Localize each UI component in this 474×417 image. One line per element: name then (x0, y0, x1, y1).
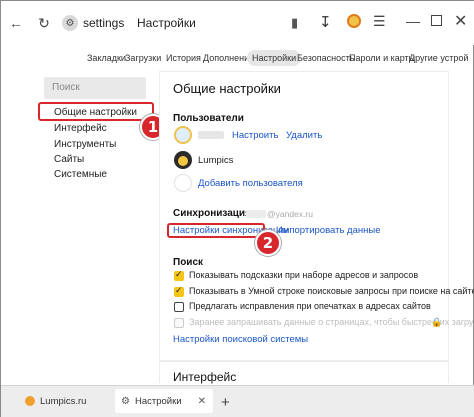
suggestions-checkbox[interactable] (174, 269, 184, 281)
blurred-account (246, 210, 266, 218)
browser-tab-bar: Lumpics.ru ⚙ Настройки ✕ + (1, 385, 474, 417)
close-tab-icon[interactable]: ✕ (198, 396, 206, 407)
user-avatar (174, 126, 192, 144)
add-user-link[interactable]: Добавить пользователя (198, 178, 303, 189)
search-engine-settings-link[interactable]: Настройки поисковой системы (173, 334, 308, 345)
bookmark-icon[interactable]: ▮ (291, 15, 298, 31)
menu-icon[interactable]: ☰ (373, 13, 386, 30)
lock-icon: 🔒 (431, 317, 443, 327)
browser-toolbar: ← ↻ ⚙ settings Настройки ▮ ↧ ☰ — ✕ (1, 1, 474, 45)
user-row: Настроить Удалить (174, 126, 434, 146)
address-title[interactable]: Настройки (137, 16, 196, 30)
sidebar-item-sites[interactable]: Сайты (54, 154, 84, 165)
configure-user-link[interactable]: Настроить (232, 130, 278, 141)
blurred-username (198, 131, 224, 139)
sidebar-item-tools[interactable]: Инструменты (54, 139, 116, 150)
smartbox-queries-checkbox[interactable] (174, 285, 184, 297)
interface-section-title: Интерфейс (173, 370, 237, 384)
tab-lumpics[interactable]: Lumpics.ru (19, 389, 109, 413)
user-name: Lumpics (198, 155, 234, 166)
browser-window: ← ↻ ⚙ settings Настройки ▮ ↧ ☰ — ✕ Закла… (0, 0, 474, 417)
reload-icon[interactable]: ↻ (35, 14, 53, 32)
tab-settings-page[interactable]: ⚙ Настройки ✕ (115, 389, 213, 413)
sync-section-title: Синхронизация (173, 208, 251, 219)
lumpics-favicon-icon (25, 396, 35, 406)
typo-fix-checkbox[interactable] (174, 302, 184, 312)
sidebar-item-system[interactable]: Системные (54, 169, 107, 180)
callout-highlight-1 (38, 102, 154, 121)
page-title: Общие настройки (173, 81, 281, 96)
minimize-icon[interactable]: — (406, 13, 420, 29)
tab-label: Lumpics.ru (40, 395, 87, 407)
prefetch-checkbox (174, 318, 184, 328)
users-section-title: Пользователи (173, 113, 244, 124)
sidebar-item-interface[interactable]: Интерфейс (54, 123, 107, 134)
tab-downloads[interactable]: Загрузки (120, 50, 166, 66)
extension-icon[interactable] (347, 14, 361, 28)
callout-badge-2: 2 (255, 230, 281, 256)
address-host[interactable]: settings (83, 16, 124, 30)
settings-nav-tabs: Закладки Загрузки История Дополнения Нас… (1, 45, 474, 71)
callout-highlight-2 (167, 223, 265, 238)
close-icon[interactable]: ✕ (454, 11, 467, 31)
add-user-avatar-icon (174, 174, 192, 192)
sync-account: @yandex.ru (267, 209, 313, 219)
user-avatar (174, 151, 192, 169)
add-user-row[interactable]: Добавить пользователя (174, 174, 434, 194)
suggestions-label: Показывать подсказки при наборе адресов … (189, 270, 419, 280)
delete-user-link[interactable]: Удалить (286, 130, 322, 141)
smartbox-queries-label: Показывать в Умной строке поисковые запр… (189, 286, 474, 296)
tab-other-devices[interactable]: Другие устрой (404, 50, 473, 66)
settings-search-input[interactable]: Поиск (44, 77, 146, 99)
new-tab-plus-icon[interactable]: + (221, 394, 230, 411)
back-arrow-icon[interactable]: ← (7, 14, 25, 32)
import-data-link[interactable]: Импортировать данные (276, 225, 380, 236)
maximize-icon[interactable] (431, 15, 442, 26)
search-section-title: Поиск (173, 257, 204, 268)
settings-gear-icon: ⚙ (62, 15, 78, 31)
gear-icon: ⚙ (121, 395, 130, 407)
user-row: Lumpics (174, 151, 434, 171)
tab-label: Настройки (134, 395, 182, 407)
download-icon[interactable]: ↧ (319, 13, 332, 31)
typo-fix-label: Предлагать исправления при опечатках в а… (189, 301, 431, 311)
